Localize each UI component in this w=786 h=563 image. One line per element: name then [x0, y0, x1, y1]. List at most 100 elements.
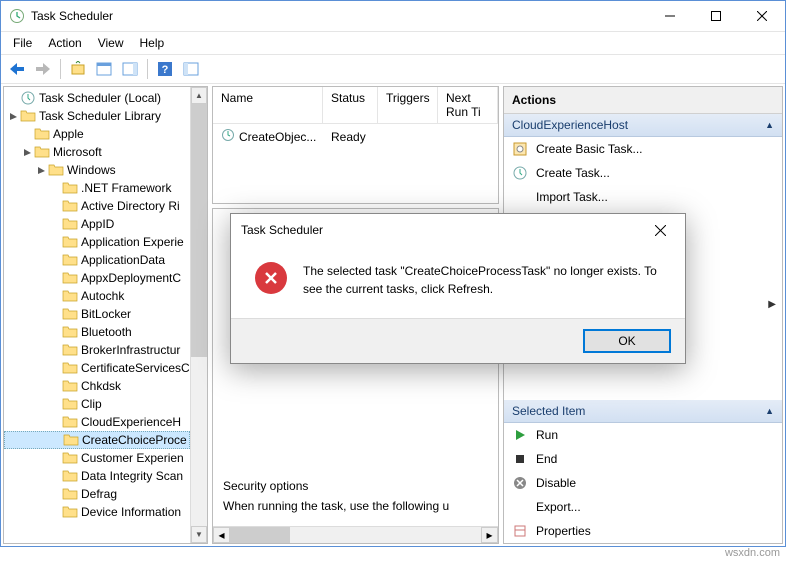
menubar: File Action View Help: [1, 32, 785, 54]
tree-item-12[interactable]: Clip: [4, 395, 190, 413]
folder-icon: [62, 360, 78, 376]
action-export-[interactable]: Export...: [504, 495, 782, 519]
tree-item-3[interactable]: Application Experie: [4, 233, 190, 251]
help-button[interactable]: ?: [153, 57, 177, 81]
tree-label: .NET Framework: [81, 181, 171, 195]
folder-icon: [34, 126, 50, 142]
tree-item-15[interactable]: Customer Experien: [4, 449, 190, 467]
dialog-titlebar: Task Scheduler: [231, 214, 685, 246]
tree-item-9[interactable]: BrokerInfrastructur: [4, 341, 190, 359]
tree-item-16[interactable]: Data Integrity Scan: [4, 467, 190, 485]
scroll-right[interactable]: ▸: [481, 527, 498, 543]
tree-label: AppID: [81, 217, 114, 231]
detail-hscroll[interactable]: ◂ ▸: [213, 526, 498, 543]
minimize-button[interactable]: [647, 1, 693, 31]
task-name: CreateObjec...: [239, 130, 316, 144]
back-button[interactable]: [5, 57, 29, 81]
tree-item-17[interactable]: Defrag: [4, 485, 190, 503]
tree-label: Defrag: [81, 487, 117, 501]
toolbar-separator: [60, 59, 61, 79]
toolbar-icon-3[interactable]: [179, 57, 203, 81]
tree-item-18[interactable]: Device Information: [4, 503, 190, 521]
menu-help[interactable]: Help: [132, 33, 173, 53]
action-icon: [512, 523, 528, 539]
tree-item-13[interactable]: CloudExperienceH: [4, 413, 190, 431]
dialog-title: Task Scheduler: [241, 223, 323, 237]
tree-apple[interactable]: Apple: [4, 125, 190, 143]
toolbar-icon-2[interactable]: [118, 57, 142, 81]
folder-icon: [62, 396, 78, 412]
tree-windows[interactable]: Windows: [4, 161, 190, 179]
tree-item-5[interactable]: AppxDeploymentC: [4, 269, 190, 287]
action-create-task-[interactable]: Create Task...: [504, 161, 782, 185]
ok-button[interactable]: OK: [583, 329, 671, 353]
tree-item-2[interactable]: AppID: [4, 215, 190, 233]
task-row[interactable]: CreateObjec... Ready: [213, 124, 498, 149]
action-icon: [512, 189, 528, 205]
tree-item-11[interactable]: Chkdsk: [4, 377, 190, 395]
folder-icon: [62, 450, 78, 466]
action-properties[interactable]: Properties: [504, 519, 782, 543]
tree-library[interactable]: Task Scheduler Library: [4, 107, 190, 125]
window-title: Task Scheduler: [31, 9, 647, 23]
menu-file[interactable]: File: [5, 33, 40, 53]
folder-icon: [62, 216, 78, 232]
task-list[interactable]: Name Status Triggers Next Run Ti CreateO…: [212, 86, 499, 204]
col-name[interactable]: Name: [213, 87, 323, 124]
tree-label: Application Experie: [81, 235, 184, 249]
col-next[interactable]: Next Run Ti: [438, 87, 498, 124]
tree-item-4[interactable]: ApplicationData: [4, 251, 190, 269]
folder-icon: [62, 198, 78, 214]
tree-label: AppxDeploymentC: [81, 271, 181, 285]
tree-scrollbar[interactable]: ▲ ▼: [190, 87, 207, 543]
toolbar-icon-1[interactable]: [92, 57, 116, 81]
clock-icon: [221, 128, 235, 145]
dialog-close-button[interactable]: [645, 218, 675, 242]
scroll-down[interactable]: ▼: [191, 526, 207, 543]
action-end[interactable]: End: [504, 447, 782, 471]
up-button[interactable]: [66, 57, 90, 81]
tree-item-8[interactable]: Bluetooth: [4, 323, 190, 341]
tree-item-7[interactable]: BitLocker: [4, 305, 190, 323]
actions-group-cloud[interactable]: CloudExperienceHost▲: [504, 114, 782, 137]
tree-root-node[interactable]: Task Scheduler (Local): [4, 89, 190, 107]
tree-item-1[interactable]: Active Directory Ri: [4, 197, 190, 215]
action-run[interactable]: Run: [504, 423, 782, 447]
tree-label: ApplicationData: [81, 253, 165, 267]
action-create-basic-task-[interactable]: Create Basic Task...: [504, 137, 782, 161]
tree-microsoft[interactable]: Microsoft: [4, 143, 190, 161]
app-icon: [9, 8, 25, 24]
forward-button[interactable]: [31, 57, 55, 81]
tree-item-6[interactable]: Autochk: [4, 287, 190, 305]
tree-label: CloudExperienceH: [81, 415, 181, 429]
action-import-task-[interactable]: Import Task...: [504, 185, 782, 209]
menu-view[interactable]: View: [90, 33, 132, 53]
actions-title: Actions: [504, 87, 782, 114]
svg-text:?: ?: [162, 64, 169, 76]
close-button[interactable]: [739, 1, 785, 31]
error-icon: [255, 262, 287, 294]
scroll-up[interactable]: ▲: [191, 87, 207, 104]
error-dialog: Task Scheduler The selected task "Create…: [230, 213, 686, 364]
col-triggers[interactable]: Triggers: [378, 87, 438, 124]
tree-item-0[interactable]: .NET Framework: [4, 179, 190, 197]
actions-group-selected[interactable]: Selected Item▲: [504, 400, 782, 423]
tree-label: Chkdsk: [81, 379, 121, 393]
tree-label: Apple: [53, 127, 84, 141]
tree-label: BrokerInfrastructur: [81, 343, 180, 357]
folder-icon: [62, 306, 78, 322]
action-disable[interactable]: Disable: [504, 471, 782, 495]
tree-item-10[interactable]: CertificateServicesC: [4, 359, 190, 377]
col-status[interactable]: Status: [323, 87, 378, 124]
menu-action[interactable]: Action: [40, 33, 89, 53]
tree-pane[interactable]: Task Scheduler (Local) Task Scheduler Lib…: [3, 86, 208, 544]
scroll-left[interactable]: ◂: [213, 527, 230, 543]
task-list-header: Name Status Triggers Next Run Ti: [213, 87, 498, 124]
tree-label: Task Scheduler Library: [39, 109, 161, 123]
tree-label: Windows: [67, 163, 116, 177]
action-icon: [512, 451, 528, 467]
collapse-icon: ▲: [765, 406, 774, 416]
maximize-button[interactable]: [693, 1, 739, 31]
tree-item-14[interactable]: CreateChoiceProce: [4, 431, 190, 449]
chevron-right-icon[interactable]: ▶: [768, 299, 776, 310]
